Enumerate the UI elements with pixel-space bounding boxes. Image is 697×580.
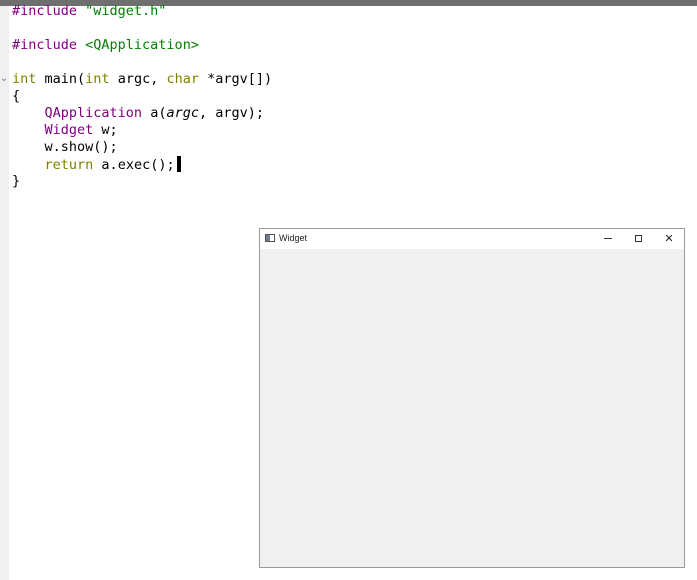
- code-token: return: [44, 157, 94, 173]
- window-title: Widget: [279, 233, 308, 243]
- code-line[interactable]: [12, 20, 612, 37]
- code-line[interactable]: #include <QApplication>: [12, 37, 612, 54]
- code-line[interactable]: return a.exec();: [12, 156, 612, 173]
- code-token: a.: [93, 157, 118, 173]
- code-token: ();: [150, 157, 175, 173]
- code-token: main(: [36, 71, 86, 87]
- maximize-button[interactable]: [629, 231, 647, 247]
- code-line[interactable]: Widget w;: [12, 122, 612, 139]
- code-editor[interactable]: #include "widget.h" #include <QApplicatio…: [12, 3, 612, 190]
- minimize-button[interactable]: [599, 231, 617, 247]
- code-token: w;: [93, 122, 118, 138]
- code-token: #include: [12, 3, 86, 19]
- widget-window[interactable]: Widget ✕: [259, 228, 685, 568]
- code-token: argc: [166, 105, 199, 121]
- text-cursor: [176, 156, 181, 172]
- code-token: Widget: [44, 122, 94, 138]
- code-token: }: [12, 173, 21, 189]
- window-client-area[interactable]: [260, 249, 684, 567]
- editor-gutter: [0, 6, 9, 580]
- code-token: argc,: [109, 71, 167, 87]
- code-line[interactable]: {: [12, 88, 612, 105]
- window-icon: [265, 234, 275, 242]
- code-token: QApplication: [44, 105, 143, 121]
- code-token: , argv);: [198, 105, 264, 121]
- code-line[interactable]: #include "widget.h": [12, 3, 612, 20]
- code-token: #include: [12, 37, 86, 53]
- code-token: *argv[]): [198, 71, 273, 87]
- code-token: <QApplication>: [85, 37, 199, 53]
- code-line[interactable]: [12, 54, 612, 71]
- code-token: w.: [12, 139, 61, 155]
- code-token: exec: [117, 157, 151, 173]
- code-line[interactable]: int main(int argc, char *argv[]): [12, 71, 612, 88]
- code-line[interactable]: }: [12, 173, 612, 190]
- code-token: show: [60, 139, 94, 155]
- fold-arrow-icon[interactable]: ⌄: [0, 73, 8, 84]
- desktop-screen: ⌄ #include "widget.h" #include <QApplicat…: [0, 0, 697, 580]
- close-button[interactable]: ✕: [660, 231, 678, 247]
- code-token: int: [85, 71, 110, 87]
- code-token: "widget.h": [85, 3, 167, 19]
- window-titlebar[interactable]: Widget ✕: [260, 229, 684, 249]
- code-token: ();: [93, 139, 118, 155]
- code-token: char: [166, 71, 199, 87]
- close-icon: ✕: [664, 232, 674, 245]
- code-token: int: [12, 71, 37, 87]
- maximize-icon: [634, 234, 642, 242]
- minimize-icon: [604, 237, 612, 239]
- code-line[interactable]: QApplication a(argc, argv);: [12, 105, 612, 122]
- code-line[interactable]: w.show();: [12, 139, 612, 156]
- code-token: a(: [142, 105, 167, 121]
- code-token: {: [12, 88, 21, 104]
